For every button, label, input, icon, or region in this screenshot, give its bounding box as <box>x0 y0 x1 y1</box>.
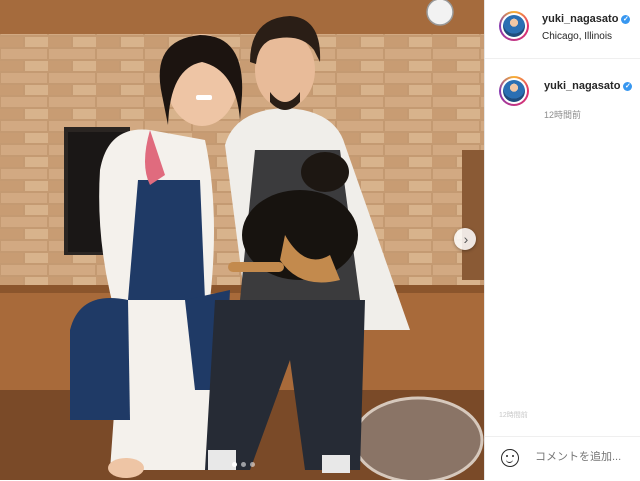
username-text[interactable]: yuki_nagasato <box>542 13 618 25</box>
chevron-right-icon: › <box>463 231 469 247</box>
emoji-smiley-icon[interactable] <box>501 449 519 467</box>
comment-bar <box>485 436 640 481</box>
location-link[interactable]: Chicago, Illinois <box>542 31 612 42</box>
carousel-dot <box>241 462 246 467</box>
avatar-image <box>503 80 525 102</box>
caption-username[interactable]: yuki_nagasato ✓ <box>544 80 633 92</box>
verified-badge-icon: ✓ <box>623 81 633 91</box>
post-side-panel: yuki_nagasato ✓ Chicago, Illinois yuki_na… <box>484 0 640 480</box>
comment-input[interactable] <box>535 451 639 463</box>
avatar-image <box>503 15 525 37</box>
caption-username-text[interactable]: yuki_nagasato <box>544 80 620 92</box>
post-header: yuki_nagasato ✓ Chicago, Illinois <box>485 0 640 59</box>
verified-badge-icon: ✓ <box>621 14 631 24</box>
carousel-indicator <box>232 462 255 467</box>
caption-avatar[interactable] <box>499 76 529 106</box>
header-username[interactable]: yuki_nagasato ✓ <box>542 13 631 25</box>
carousel-dot <box>232 462 237 467</box>
post-time: 12時間前 <box>544 110 582 120</box>
post-date-small: 12時間前 <box>499 412 528 419</box>
profile-avatar[interactable] <box>499 11 529 41</box>
carousel-dot <box>250 462 255 467</box>
photo-illustration <box>0 0 484 480</box>
post-photo[interactable]: › <box>0 0 484 480</box>
carousel-next-button[interactable]: › <box>454 228 476 250</box>
